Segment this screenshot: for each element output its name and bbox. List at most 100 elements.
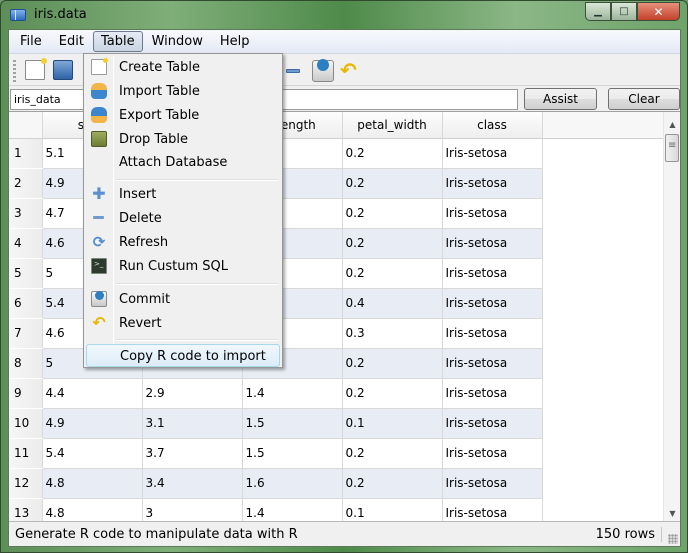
row-number[interactable]: 10 bbox=[9, 408, 42, 439]
close-button[interactable]: ✕ bbox=[637, 2, 680, 21]
row-number[interactable]: 5 bbox=[9, 258, 42, 289]
vertical-scrollbar[interactable]: ▲ ▼ bbox=[663, 112, 680, 521]
menu-window[interactable]: Window bbox=[144, 31, 211, 52]
cell-sepal-length[interactable]: 4.4 bbox=[41, 377, 143, 409]
cell-class[interactable]: Iris-setosa bbox=[441, 287, 543, 319]
cell-petal-width[interactable]: 0.2 bbox=[341, 137, 443, 169]
menu-item-delete[interactable]: Delete bbox=[86, 207, 280, 230]
scroll-down-icon[interactable]: ▼ bbox=[664, 505, 680, 521]
cell-sepal-length[interactable]: 5.4 bbox=[41, 437, 143, 469]
row-number[interactable]: 6 bbox=[9, 288, 42, 319]
maximize-button[interactable]: □ bbox=[611, 2, 637, 21]
cell-petal-width[interactable]: 0.2 bbox=[341, 377, 443, 409]
menu-item-insert[interactable]: ✚ Insert bbox=[86, 183, 280, 206]
table-row[interactable]: 11 5.4 3.7 1.5 0.2 Iris-setosa bbox=[9, 437, 663, 469]
new-table-icon[interactable] bbox=[25, 58, 47, 80]
cell-sepal-width[interactable]: 3.4 bbox=[141, 467, 243, 499]
menu-item-attach-database[interactable]: Attach Database bbox=[86, 151, 280, 174]
menu-item-drop-table[interactable]: Drop Table bbox=[86, 128, 280, 151]
table-row[interactable]: 12 4.8 3.4 1.6 0.2 Iris-setosa bbox=[9, 467, 663, 499]
cell-petal-width[interactable]: 0.3 bbox=[341, 317, 443, 349]
cell-petal-width[interactable]: 0.2 bbox=[341, 197, 443, 229]
cell-class[interactable]: Iris-setosa bbox=[441, 317, 543, 349]
cell-sepal-length[interactable]: 4.8 bbox=[41, 497, 143, 521]
table-row[interactable]: 9 4.4 2.9 1.4 0.2 Iris-setosa bbox=[9, 377, 663, 409]
cell-petal-length[interactable]: 1.5 bbox=[241, 407, 343, 439]
menu-item-create-table[interactable]: Create Table bbox=[86, 56, 280, 79]
cell-class[interactable]: Iris-setosa bbox=[441, 347, 543, 379]
row-number[interactable]: 8 bbox=[9, 348, 42, 379]
menu-item-copy-r-code[interactable]: Copy R code to import bbox=[86, 344, 280, 367]
menu-edit[interactable]: Edit bbox=[51, 31, 92, 52]
row-number[interactable]: 13 bbox=[9, 498, 42, 521]
resize-grip-icon[interactable] bbox=[668, 534, 678, 544]
row-number[interactable]: 3 bbox=[9, 198, 42, 229]
cell-class[interactable]: Iris-setosa bbox=[441, 167, 543, 199]
cell-class[interactable]: Iris-setosa bbox=[441, 407, 543, 439]
row-number[interactable]: 11 bbox=[9, 438, 42, 469]
menu-item-refresh[interactable]: ⟳ Refresh bbox=[86, 231, 280, 254]
cell-petal-width[interactable]: 0.2 bbox=[341, 347, 443, 379]
scroll-thumb[interactable] bbox=[665, 134, 679, 162]
row-number[interactable]: 4 bbox=[9, 228, 42, 259]
cell-class[interactable]: Iris-setosa bbox=[441, 377, 543, 409]
table-row[interactable]: 10 4.9 3.1 1.5 0.1 Iris-setosa bbox=[9, 407, 663, 439]
cell-petal-width[interactable]: 0.2 bbox=[341, 167, 443, 199]
menu-item-revert[interactable]: ↶ Revert bbox=[86, 312, 280, 335]
cell-class[interactable]: Iris-setosa bbox=[441, 437, 543, 469]
minimize-button[interactable]: ▁ bbox=[585, 2, 611, 21]
table-row[interactable]: 13 4.8 3 1.4 0.1 Iris-setosa bbox=[9, 497, 663, 521]
cell-petal-length[interactable]: 1.5 bbox=[241, 437, 343, 469]
cell-sepal-width[interactable]: 3.7 bbox=[141, 437, 243, 469]
cell-class[interactable]: Iris-setosa bbox=[441, 137, 543, 169]
assist-button[interactable]: Assist bbox=[524, 88, 597, 110]
title-bar[interactable]: iris.data ▁ □ ✕ bbox=[1, 1, 687, 29]
cell-petal-width[interactable]: 0.2 bbox=[341, 257, 443, 289]
cell-petal-width[interactable]: 0.2 bbox=[341, 227, 443, 259]
revert-icon[interactable]: ↶ bbox=[340, 60, 360, 80]
cell-sepal-width[interactable]: 3.1 bbox=[141, 407, 243, 439]
menu-item-export-table[interactable]: Export Table bbox=[86, 104, 280, 127]
cell-petal-width[interactable]: 0.2 bbox=[341, 437, 443, 469]
scroll-up-icon[interactable]: ▲ bbox=[664, 116, 680, 133]
cell-petal-width[interactable]: 0.4 bbox=[341, 287, 443, 319]
cell-sepal-length[interactable]: 4.9 bbox=[41, 407, 143, 439]
cell-class[interactable]: Iris-setosa bbox=[441, 497, 543, 521]
clear-button[interactable]: Clear bbox=[608, 88, 680, 110]
row-number[interactable]: 12 bbox=[9, 468, 42, 499]
menu-item-label: Export Table bbox=[119, 108, 200, 123]
app-window: iris.data ▁ □ ✕ File Edit Table Window H… bbox=[0, 0, 688, 553]
cell-sepal-width[interactable]: 3 bbox=[141, 497, 243, 521]
menu-item-import-table[interactable]: Import Table bbox=[86, 80, 280, 103]
row-number[interactable]: 1 bbox=[9, 138, 42, 169]
row-number[interactable]: 2 bbox=[9, 168, 42, 199]
delete-row-icon[interactable] bbox=[286, 69, 300, 73]
cell-petal-width[interactable]: 0.1 bbox=[341, 497, 443, 521]
cell-class[interactable]: Iris-setosa bbox=[441, 227, 543, 259]
commit-icon[interactable] bbox=[312, 59, 334, 82]
toolbar-grip[interactable] bbox=[13, 60, 16, 82]
menu-file[interactable]: File bbox=[12, 31, 50, 52]
cell-petal-width[interactable]: 0.2 bbox=[341, 467, 443, 499]
open-icon[interactable] bbox=[53, 60, 73, 80]
menu-item-commit[interactable]: Commit bbox=[86, 288, 280, 311]
row-number[interactable]: 7 bbox=[9, 318, 42, 349]
menu-item-run-custom-sql[interactable]: Run Custum SQL bbox=[86, 255, 280, 278]
cell-sepal-width[interactable]: 2.9 bbox=[141, 377, 243, 409]
cell-petal-length[interactable]: 1.4 bbox=[241, 497, 343, 521]
cell-sepal-length[interactable]: 4.8 bbox=[41, 467, 143, 499]
cell-petal-length[interactable]: 1.4 bbox=[241, 377, 343, 409]
cell-petal-width[interactable]: 0.1 bbox=[341, 407, 443, 439]
corner-header[interactable] bbox=[9, 112, 43, 139]
row-number[interactable]: 9 bbox=[9, 378, 42, 409]
cell-class[interactable]: Iris-setosa bbox=[441, 467, 543, 499]
row-filler bbox=[542, 318, 663, 348]
menu-help[interactable]: Help bbox=[212, 31, 258, 52]
cell-class[interactable]: Iris-setosa bbox=[441, 197, 543, 229]
cell-petal-length[interactable]: 1.6 bbox=[241, 467, 343, 499]
menu-table[interactable]: Table bbox=[92, 31, 143, 52]
column-header-petal-width[interactable]: petal_width bbox=[342, 112, 443, 139]
column-header-class[interactable]: class bbox=[442, 112, 543, 139]
create-table-icon bbox=[91, 58, 108, 75]
cell-class[interactable]: Iris-setosa bbox=[441, 257, 543, 289]
